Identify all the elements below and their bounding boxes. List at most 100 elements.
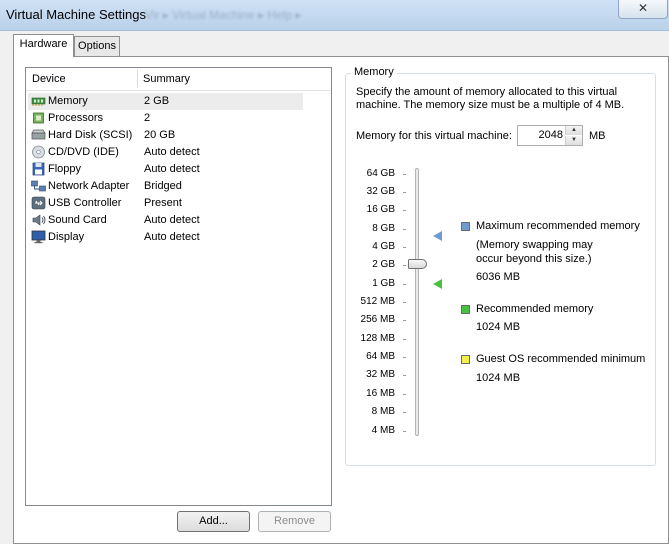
memory-input[interactable]: 2048 ▲ ▼ bbox=[517, 125, 583, 146]
device-summary: 20 GB bbox=[144, 129, 176, 141]
device-summary: Auto detect bbox=[144, 231, 200, 243]
device-row-memory[interactable]: Memory 2 GB bbox=[28, 93, 303, 110]
memory-slider-thumb[interactable] bbox=[408, 259, 427, 269]
device-name: CD/DVD (IDE) bbox=[48, 146, 119, 158]
scale-tick bbox=[403, 284, 406, 285]
add-button[interactable]: Add... bbox=[177, 511, 250, 532]
spin-up-button[interactable]: ▲ bbox=[565, 126, 582, 135]
device-row-sound-card[interactable]: Sound Card Auto detect bbox=[28, 212, 303, 229]
spin-down-button[interactable]: ▼ bbox=[565, 136, 582, 145]
recommended-label: Recommended memory bbox=[476, 303, 594, 315]
scale-tick bbox=[403, 412, 406, 413]
memory-unit: MB bbox=[589, 130, 606, 142]
scale-label: 16 MB bbox=[366, 388, 395, 399]
close-button[interactable]: ✕ bbox=[618, 0, 668, 19]
scale-label: 64 MB bbox=[366, 351, 395, 362]
device-name: Processors bbox=[48, 112, 104, 124]
cd-dvd-icon bbox=[32, 145, 45, 159]
display-icon bbox=[31, 230, 46, 244]
device-summary: Auto detect bbox=[144, 214, 200, 226]
guest-os-minimum-legend-icon bbox=[461, 355, 470, 364]
memory-value[interactable]: 2048 bbox=[539, 129, 563, 141]
sound-card-icon bbox=[32, 214, 46, 226]
device-list-header: Device Summary bbox=[26, 68, 331, 91]
scale-tick bbox=[403, 302, 406, 303]
max-recommended-note: (Memory swapping may occur beyond this s… bbox=[476, 239, 593, 265]
scale-tick bbox=[403, 192, 406, 193]
device-summary: Auto detect bbox=[144, 163, 200, 175]
remove-button[interactable]: Remove bbox=[258, 511, 331, 532]
scale-tick bbox=[403, 394, 406, 395]
tab-hardware[interactable]: Hardware bbox=[13, 34, 74, 57]
scale-tick bbox=[403, 375, 406, 376]
scale-label: 16 GB bbox=[366, 204, 395, 215]
scale-label: 8 GB bbox=[372, 223, 395, 234]
device-name: Network Adapter bbox=[48, 180, 130, 192]
device-summary: 2 bbox=[144, 112, 151, 124]
device-name: Display bbox=[48, 231, 85, 243]
device-row-network-adapter[interactable]: Network Adapter Bridged bbox=[28, 178, 303, 195]
scale-label: 512 MB bbox=[360, 296, 395, 307]
device-row-floppy[interactable]: Floppy Auto detect bbox=[28, 161, 303, 178]
scale-label: 32 MB bbox=[366, 369, 395, 380]
device-name: Floppy bbox=[48, 163, 82, 175]
scale-label: 32 GB bbox=[366, 186, 395, 197]
scale-label: 1 GB bbox=[372, 278, 395, 289]
device-summary: Auto detect bbox=[144, 146, 200, 158]
scale-label: 4 GB bbox=[372, 241, 395, 252]
scale-tick bbox=[403, 247, 406, 248]
scale-label: 128 MB bbox=[360, 333, 395, 344]
max-recommended-marker bbox=[433, 231, 442, 241]
floppy-icon bbox=[32, 162, 45, 176]
guest-os-minimum-label: Guest OS recommended minimum bbox=[476, 353, 646, 365]
scale-label: 2 GB bbox=[372, 259, 395, 270]
memory-icon bbox=[31, 97, 46, 106]
device-row-processors[interactable]: Processors 2 bbox=[28, 110, 303, 127]
device-row-usb-controller[interactable]: USB Controller Present bbox=[28, 195, 303, 212]
usb-icon bbox=[31, 196, 46, 210]
device-name: USB Controller bbox=[48, 197, 122, 209]
max-recommended-label: Maximum recommended memory bbox=[476, 220, 640, 232]
scale-tick bbox=[403, 210, 406, 211]
scale-tick bbox=[403, 320, 406, 321]
scale-tick bbox=[403, 357, 406, 358]
scale-label: 8 MB bbox=[371, 406, 395, 417]
device-name: Memory bbox=[48, 95, 88, 107]
memory-description: Specify the amount of memory allocated t… bbox=[356, 86, 625, 111]
recommended-marker bbox=[433, 279, 442, 289]
column-header-device[interactable]: Device bbox=[32, 73, 66, 85]
device-name: Hard Disk (SCSI) bbox=[48, 129, 133, 141]
processor-icon bbox=[33, 112, 44, 124]
device-row-hard-disk[interactable]: Hard Disk (SCSI) 20 GB bbox=[28, 127, 303, 144]
hard-disk-icon bbox=[31, 129, 46, 140]
device-list[interactable]: Device Summary Memory 2 GB Processors 2 … bbox=[25, 67, 332, 506]
scale-tick bbox=[403, 339, 406, 340]
scale-tick bbox=[403, 229, 406, 230]
recommended-legend-icon bbox=[461, 305, 470, 314]
column-header-summary[interactable]: Summary bbox=[143, 73, 190, 85]
max-recommended-value: 6036 MB bbox=[476, 271, 521, 283]
memory-group-label: Memory bbox=[351, 66, 397, 78]
device-summary: 2 GB bbox=[144, 95, 170, 107]
scale-tick bbox=[403, 265, 406, 266]
scale-label: 4 MB bbox=[371, 425, 395, 436]
memory-slider-track[interactable] bbox=[415, 168, 419, 436]
scale-label: 64 GB bbox=[366, 168, 395, 179]
column-separator[interactable] bbox=[137, 70, 138, 88]
scale-tick bbox=[403, 174, 406, 175]
device-row-display[interactable]: Display Auto detect bbox=[28, 229, 303, 246]
network-adapter-icon bbox=[31, 180, 46, 192]
guest-os-minimum-value: 1024 MB bbox=[476, 372, 521, 384]
device-summary: Bridged bbox=[144, 180, 182, 192]
device-summary: Present bbox=[144, 197, 182, 209]
device-row-cd-dvd[interactable]: CD/DVD (IDE) Auto detect bbox=[28, 144, 303, 161]
title-bar-menu-ghost: Vir ▸ Virtual Machine ▸ Help ▸ bbox=[145, 8, 302, 22]
device-name: Sound Card bbox=[48, 214, 107, 226]
memory-field-label: Memory for this virtual machine: bbox=[356, 130, 512, 142]
window-title: Virtual Machine Settings bbox=[6, 7, 146, 22]
title-bar: Virtual Machine Settings Vir ▸ Virtual M… bbox=[0, 0, 669, 31]
scale-label: 256 MB bbox=[360, 314, 395, 325]
recommended-value: 1024 MB bbox=[476, 321, 521, 333]
tab-options[interactable]: Options bbox=[74, 36, 120, 56]
scale-tick bbox=[403, 431, 406, 432]
